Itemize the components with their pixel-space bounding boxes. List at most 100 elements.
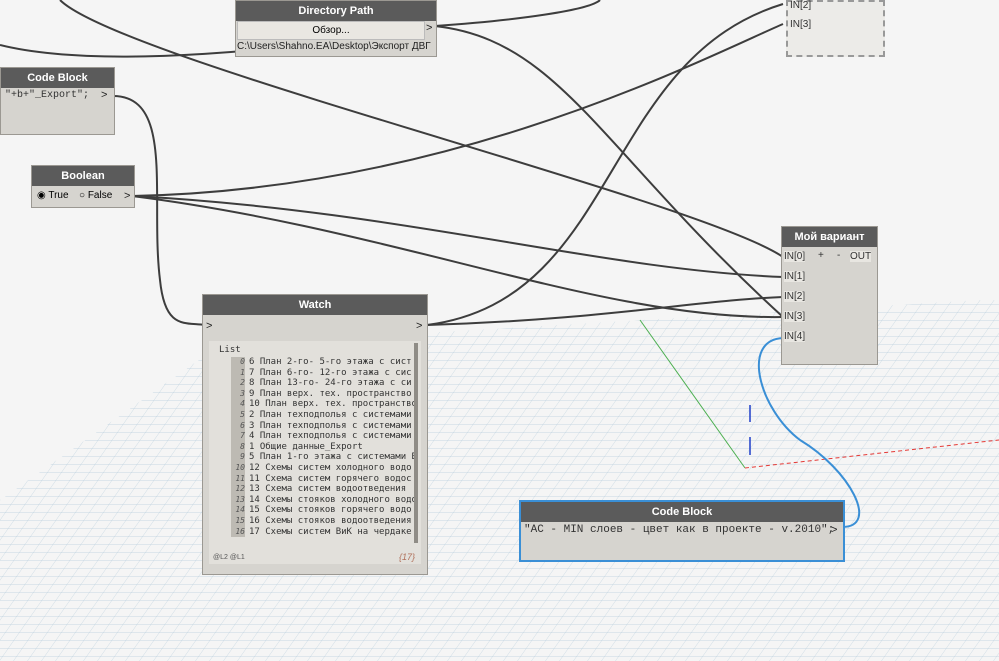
list-text: 7 План 6-го- 12-го этажа с сис xyxy=(249,367,412,378)
path-value: C:\Users\Shahno.EA\Desktop\Экспорт ДВГ xyxy=(237,41,431,52)
output-port[interactable]: > xyxy=(124,190,130,202)
add-input-button[interactable]: + xyxy=(818,250,824,261)
node-title: Directory Path xyxy=(236,1,436,21)
list-text: 8 План 13-го- 24-го этажа с си xyxy=(249,378,412,389)
browse-button[interactable]: Обзор... xyxy=(237,21,425,40)
list-index: 1 xyxy=(231,367,245,379)
code-block-bottom-node[interactable]: Code Block "АС - MIN слоев - цвет как в … xyxy=(519,500,845,562)
list-index: 9 xyxy=(231,452,245,463)
list-index: 13 xyxy=(231,494,245,506)
list-index: 0 xyxy=(231,357,245,368)
list-text: 13 Схема систем водоотведения xyxy=(249,484,407,495)
list-text: 5 План 1-го этажа с системами В xyxy=(249,452,417,463)
node-title: Мой вариант xyxy=(782,227,877,247)
list-item: 3 9 План верх. тех. пространство xyxy=(231,388,412,400)
input-port-0[interactable]: IN[0] xyxy=(784,251,806,262)
list-item: 15 16 Схемы стояков водоотведения xyxy=(231,515,412,527)
node-title: Boolean xyxy=(32,166,134,186)
list-item: 6 3 План техподполья с системами xyxy=(231,420,412,432)
true-radio[interactable]: ◉ True xyxy=(37,190,69,201)
list-text: 3 План техподполья с системами xyxy=(249,420,412,431)
false-label: False xyxy=(87,190,113,201)
input-port-1[interactable]: IN[1] xyxy=(784,271,806,282)
input-port-2[interactable]: IN[2] xyxy=(784,291,806,302)
code-text[interactable]: "+b+"_Export"; xyxy=(5,90,89,101)
boolean-node[interactable]: Boolean ◉ True ○ False > xyxy=(31,165,135,208)
list-text: 10 План верх. тех. пространство xyxy=(249,399,417,410)
levels-label: @L2 @L1 xyxy=(213,554,245,561)
list-index: 7 xyxy=(231,431,245,442)
partial-node[interactable]: IN[2] IN[3] xyxy=(786,0,885,57)
node-title: Code Block xyxy=(521,502,843,522)
input-port-3[interactable]: IN[3] xyxy=(784,311,806,322)
list-item: 16 17 Схемы систем ВиК на чердаке xyxy=(231,526,412,538)
list-item: 11 11 Схема систем горячего водос xyxy=(231,473,412,485)
list-index: 12 xyxy=(231,484,245,495)
item-count: {17} xyxy=(398,552,415,562)
watch-items: 0 6 План 2-го- 5-го этажа с сист 1 7 План 6… xyxy=(231,357,417,538)
list-text: 16 Схемы стояков водоотведения xyxy=(249,515,412,526)
list-item: 2 8 План 13-го- 24-го этажа с си xyxy=(231,378,412,389)
radio-empty-icon: ○ xyxy=(79,190,86,201)
wire xyxy=(131,195,784,278)
wire xyxy=(131,23,784,197)
list-item: 5 2 План техподполья с системами xyxy=(231,409,412,421)
list-item: 12 13 Схема систем водоотведения xyxy=(231,484,411,495)
input-port[interactable]: > xyxy=(206,320,212,332)
list-index: 3 xyxy=(231,388,245,400)
output-port-label[interactable]: OUT xyxy=(850,251,872,262)
output-port[interactable]: > xyxy=(416,320,422,332)
input-port-4[interactable]: IN[4] xyxy=(784,331,806,342)
list-item: 0 6 План 2-го- 5-го этажа с сист xyxy=(231,357,412,368)
list-index: 11 xyxy=(231,473,245,485)
list-index: 6 xyxy=(231,420,245,432)
wire xyxy=(112,95,206,326)
node-title: Code Block xyxy=(1,68,114,88)
node-title: Watch xyxy=(203,295,427,315)
list-text: 12 Схемы систем холодного водо xyxy=(249,462,412,473)
false-radio[interactable]: ○ False xyxy=(79,190,112,201)
my-variant-node[interactable]: Мой вариант IN[0] IN[1] IN[2] IN[3] IN[4… xyxy=(781,226,878,365)
list-index: 8 xyxy=(231,441,245,453)
input-port-label[interactable]: IN[2] xyxy=(790,0,811,11)
list-index: 5 xyxy=(231,409,245,421)
list-text: 1 Общие данные_Export xyxy=(249,441,363,452)
list-item: 1 7 План 6-го- 12-го этажа с сис xyxy=(231,367,412,379)
list-item: 7 4 План техподполья с системами xyxy=(231,431,412,442)
output-port[interactable]: > xyxy=(426,22,432,34)
list-item: 8 1 Общие данные_Export xyxy=(231,441,411,453)
list-index: 16 xyxy=(231,526,245,538)
list-item: 9 5 План 1-го этажа с системами В xyxy=(231,452,417,463)
true-label: True xyxy=(48,190,69,201)
scrollbar[interactable] xyxy=(414,343,418,543)
list-index: 15 xyxy=(231,515,245,527)
watch-node[interactable]: Watch > > List 0 6 План 2-го- 5-го этажа … xyxy=(202,294,428,575)
list-text: 2 План техподполья с системами xyxy=(249,409,412,420)
list-text: 6 План 2-го- 5-го этажа с сист xyxy=(249,357,412,367)
remove-input-button[interactable]: - xyxy=(837,250,840,261)
list-index: 4 xyxy=(231,399,245,410)
wire xyxy=(426,3,784,326)
list-text: 14 Схемы стояков холодного водо xyxy=(249,494,417,505)
list-text: 4 План техподполья с системами xyxy=(249,431,412,442)
list-index: 2 xyxy=(231,378,245,389)
list-index: 10 xyxy=(231,462,245,474)
list-text: 11 Схема систем горячего водос xyxy=(249,473,412,484)
list-header: List xyxy=(219,345,241,355)
list-item: 10 12 Схемы систем холодного водо xyxy=(231,462,412,474)
list-text: 17 Схемы систем ВиК на чердаке xyxy=(249,526,412,537)
radio-selected-icon: ◉ xyxy=(37,190,46,201)
input-port-label[interactable]: IN[3] xyxy=(790,19,811,30)
list-item: 13 14 Схемы стояков холодного водо xyxy=(231,494,417,506)
list-item: 4 10 План верх. тех. пространство xyxy=(231,399,417,410)
wire xyxy=(434,0,601,27)
list-text: 15 Схемы стояков горячего водо xyxy=(249,505,412,516)
list-text: 9 План верх. тех. пространство xyxy=(249,388,412,399)
code-block-top-node[interactable]: Code Block "+b+"_Export"; > xyxy=(0,67,115,135)
output-port[interactable]: > xyxy=(831,524,837,536)
output-port[interactable]: > xyxy=(101,89,107,101)
list-item: 14 15 Схемы стояков горячего водо xyxy=(231,505,412,516)
watch-content[interactable]: List 0 6 План 2-го- 5-го этажа с сист 1 7 П… xyxy=(209,341,421,564)
directory-path-node[interactable]: Directory Path Обзор... > C:\Users\Shahn… xyxy=(235,0,437,57)
code-text[interactable]: "АС - MIN слоев - цвет как в проекте - v… xyxy=(524,524,834,536)
